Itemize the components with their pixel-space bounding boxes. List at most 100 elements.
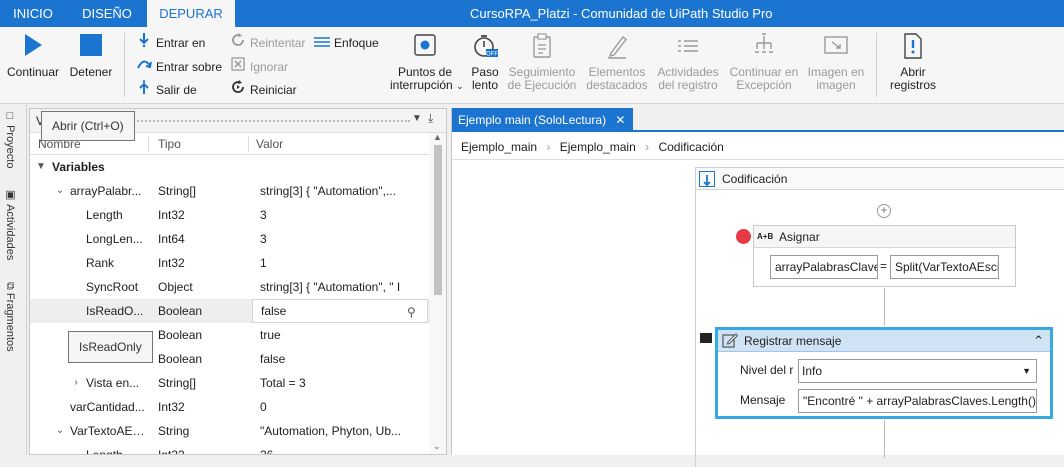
table-row[interactable]: varCantidad... Int32 0	[30, 395, 430, 419]
continue-on-exception-button[interactable]: Continuar en Excepción	[726, 33, 802, 92]
document-tab[interactable]: Ejemplo main (SoloLectura) ✕	[452, 108, 634, 132]
log-message-field[interactable]: "Encontré " + arrayPalabrasClaves.Length…	[798, 389, 1037, 413]
row-value: 3	[260, 232, 267, 246]
side-tab-snippets[interactable]: ⧉ Fragmentos	[4, 282, 16, 352]
pencil-icon	[608, 35, 627, 59]
row-value: 26	[260, 443, 426, 454]
restart-label: Reiniciar	[250, 83, 297, 97]
restart-button[interactable]: Reiniciar	[230, 80, 297, 100]
designer-canvas[interactable]: Codificación + A+B Asignar arrayPalabras…	[452, 161, 1064, 467]
row-value: Total = 3	[260, 376, 306, 390]
sequence-container[interactable]: Codificación + A+B Asignar arrayPalabras…	[695, 167, 1064, 467]
table-row[interactable]: SyncRoot Object string[3] { "Automation"…	[30, 275, 430, 299]
assign-value-field[interactable]: Split(VarTextoAEsci	[890, 255, 999, 279]
execution-trail-label-2: de Ejecución	[507, 78, 577, 92]
sequence-title: Codificación	[722, 172, 788, 186]
retry-button[interactable]: Reintentar	[230, 33, 305, 53]
table-row[interactable]: › Vista en... String[] Total = 3	[30, 371, 430, 395]
breadcrumb: Ejemplo_main › Ejemplo_main › Codificaci…	[452, 134, 1064, 160]
table-row[interactable]: Length Int32 3	[30, 203, 430, 227]
magnifier-icon[interactable]: ⚲	[407, 300, 416, 324]
column-value[interactable]: Valor	[256, 133, 283, 155]
log-activities-button[interactable]: Actividades del registro	[654, 33, 722, 92]
step-out-button[interactable]: Salir de	[136, 80, 197, 100]
assign-activity[interactable]: A+B Asignar arrayPalabrasClave = Split(V…	[753, 225, 1016, 287]
collapse-chevron-icon[interactable]: ⌄	[54, 419, 66, 443]
side-tab-project[interactable]: □ Proyecto	[4, 110, 16, 168]
retry-label: Reintentar	[250, 36, 306, 50]
expand-chevron-icon[interactable]: ›	[70, 371, 82, 395]
tooltip-open: Abrir (Ctrl+O)	[41, 111, 135, 141]
table-row[interactable]: Rank Int32 1	[30, 251, 430, 275]
row-name: Vista en...	[86, 376, 140, 390]
breakpoint-marker[interactable]	[736, 229, 751, 244]
chevron-right-icon: ›	[546, 140, 551, 154]
tab-inicio[interactable]: INICIO	[0, 0, 66, 27]
step-out-icon	[136, 80, 152, 100]
column-divider[interactable]	[148, 136, 149, 152]
table-row[interactable]: Length Int32 26	[30, 443, 430, 454]
tab-depurar[interactable]: DEPURAR	[147, 0, 235, 27]
close-icon[interactable]: ✕	[615, 113, 625, 127]
tab-diseno[interactable]: DISEÑO	[72, 0, 142, 27]
scrollbar-thumb[interactable]	[434, 145, 442, 295]
scroll-up-icon[interactable]: ▲	[433, 132, 442, 142]
row-type: Boolean	[158, 352, 203, 366]
side-tab-activities[interactable]: ▣ Actividades	[4, 188, 17, 260]
panel-menu-chevron-icon[interactable]: ▼	[412, 113, 422, 124]
ignore-button[interactable]: Ignorar	[230, 57, 288, 77]
picture-in-picture-icon	[824, 36, 848, 54]
assign-to-field[interactable]: arrayPalabrasClave	[770, 255, 878, 279]
breadcrumb-item[interactable]: Ejemplo_main	[560, 140, 636, 154]
pin-icon[interactable]: ⤓	[428, 111, 433, 126]
step-out-label: Salir de	[156, 83, 197, 97]
stop-button[interactable]: Detener	[66, 33, 116, 79]
row-name: arrayPalabr...	[70, 184, 142, 198]
slow-step-button[interactable]: OFF Paso lento	[464, 33, 506, 92]
log-message-activity[interactable]: Registrar mensaje ⌃ Nivel del r Info ▼ M…	[715, 327, 1053, 419]
continue-button[interactable]: Continuar	[4, 33, 62, 79]
execution-trail-button[interactable]: Seguimiento de Ejecución	[506, 33, 578, 92]
focus-button[interactable]: Enfoque	[314, 33, 379, 53]
row-name: Length	[86, 443, 148, 454]
step-over-icon	[136, 57, 152, 77]
vertical-scrollbar[interactable]: ▲ ⌄	[430, 132, 446, 454]
log-level-label: Nivel del r	[740, 363, 794, 377]
open-logs-button[interactable]: Abrir registros	[884, 33, 942, 92]
log-level-dropdown[interactable]: Info ▼	[798, 359, 1037, 383]
dropdown-arrow-icon[interactable]: ▼	[1022, 360, 1031, 382]
step-over-button[interactable]: Entrar sobre	[136, 57, 222, 77]
row-value: true	[260, 328, 281, 342]
collapse-chevron-icon[interactable]: ⌄	[54, 179, 66, 203]
add-activity-icon[interactable]: +	[877, 204, 891, 218]
snippets-icon: ⧉	[4, 282, 16, 290]
slow-step-label-2: lento	[471, 78, 499, 92]
assign-title: Asignar	[779, 230, 820, 244]
table-row[interactable]: LongLen... Int64 3	[30, 227, 430, 251]
collapse-up-icon[interactable]: ⌃	[1033, 330, 1044, 352]
step-into-button[interactable]: Entrar en	[136, 33, 205, 53]
flow-connector	[884, 420, 885, 458]
highlight-elements-button[interactable]: Elementos destacados	[584, 33, 650, 92]
row-type: String[]	[158, 184, 197, 198]
table-row-selected[interactable]: IsReadO... Boolean false ⚲	[30, 299, 430, 323]
row-type: Int32	[158, 256, 185, 270]
current-step-marker	[700, 333, 712, 343]
breadcrumb-item[interactable]: Codificación	[658, 140, 723, 154]
restart-icon	[230, 80, 246, 100]
play-icon	[25, 34, 42, 56]
breadcrumb-item[interactable]: Ejemplo_main	[461, 140, 537, 154]
picture-in-picture-button[interactable]: Imagen en imagen	[804, 33, 868, 92]
scroll-down-icon[interactable]: ⌄	[433, 441, 441, 452]
continue-exception-label-2: Excepción	[736, 78, 792, 92]
breakpoints-button[interactable]: Puntos de interrupción ⌄	[390, 33, 464, 93]
table-row[interactable]: ⌄ VarTextoAEs... String "Automation, Phy…	[30, 419, 430, 443]
column-type[interactable]: Tipo	[158, 133, 181, 155]
table-row[interactable]: ⌄ arrayPalabr... String[] string[3] { "A…	[30, 179, 430, 203]
value-edit-field[interactable]: false ⚲	[252, 299, 428, 323]
collapse-chevron-icon[interactable]: ▼	[35, 155, 47, 179]
title-bar: INICIO DISEÑO DEPURAR CursoRPA_Platzi - …	[0, 0, 1064, 27]
variables-group-row[interactable]: ▼ Variables	[30, 155, 430, 179]
column-divider[interactable]	[248, 136, 249, 152]
retry-icon	[230, 33, 246, 53]
